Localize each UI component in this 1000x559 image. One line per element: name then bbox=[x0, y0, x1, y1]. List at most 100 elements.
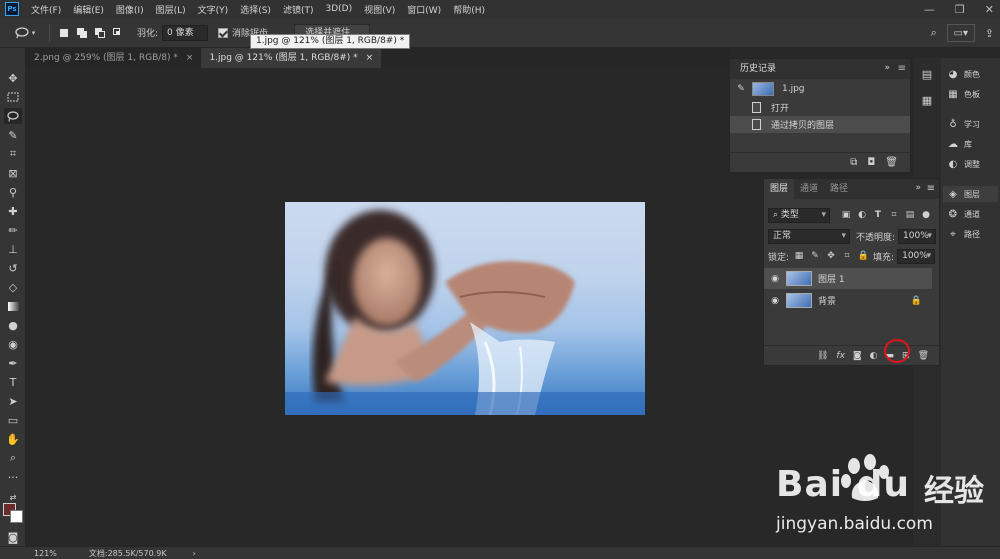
close-icon[interactable]: × bbox=[366, 48, 374, 68]
panel-menu-icon[interactable]: ≡ bbox=[898, 63, 906, 74]
panel-menu-icon[interactable]: ≡ bbox=[927, 183, 935, 194]
move-tool-icon[interactable]: ✥ bbox=[4, 70, 22, 86]
link-layers-icon[interactable]: ⛓ bbox=[817, 351, 828, 361]
history-panel-title[interactable]: 历史记录 bbox=[736, 59, 780, 79]
minimize-button[interactable]: — bbox=[924, 3, 935, 16]
menu-image[interactable]: 图像(I) bbox=[110, 3, 150, 16]
tab-channels[interactable]: 通道 bbox=[794, 179, 824, 199]
panel-adjustments[interactable]: ◐ 调整 bbox=[947, 156, 980, 172]
properties-panel-icon[interactable]: ▦ bbox=[919, 92, 935, 108]
hand-tool-icon[interactable]: ✋ bbox=[4, 431, 22, 447]
filter-toggle-icon[interactable]: ● bbox=[920, 210, 932, 220]
type-filter-icon[interactable]: T bbox=[872, 210, 884, 220]
eyedropper-tool-icon[interactable]: ⚲ bbox=[4, 184, 22, 200]
subtract-selection-button[interactable] bbox=[93, 26, 107, 40]
collapse-icon[interactable]: » bbox=[915, 183, 921, 193]
menu-file[interactable]: 文件(F) bbox=[25, 3, 67, 16]
lasso-tool-icon[interactable] bbox=[4, 108, 22, 124]
add-selection-button[interactable] bbox=[75, 26, 89, 40]
frame-tool-icon[interactable]: ⊠ bbox=[4, 165, 22, 181]
healing-brush-tool-icon[interactable]: ✚ bbox=[4, 203, 22, 219]
smart-object-filter-icon[interactable]: ▤ bbox=[904, 210, 916, 220]
blur-tool-icon[interactable]: ● bbox=[4, 317, 22, 333]
type-tool-icon[interactable]: T bbox=[4, 374, 22, 390]
restore-button[interactable]: ❐ bbox=[955, 3, 965, 16]
camera-icon[interactable]: ◘ bbox=[867, 157, 875, 168]
tool-preset-picker[interactable]: ▾ bbox=[6, 23, 44, 43]
brush-tool-icon[interactable]: ✏ bbox=[4, 222, 22, 238]
history-brush-source-icon[interactable]: ✎ bbox=[730, 84, 752, 94]
layer-style-icon[interactable]: fx bbox=[836, 351, 845, 361]
menu-view[interactable]: 视图(V) bbox=[358, 3, 401, 16]
trash-icon[interactable]: 🗑 bbox=[885, 157, 898, 168]
lock-image-icon[interactable]: ✎ bbox=[809, 251, 821, 261]
menu-window[interactable]: 窗口(W) bbox=[401, 3, 447, 16]
adjustment-filter-icon[interactable]: ◐ bbox=[856, 210, 868, 220]
shape-filter-icon[interactable]: ⌗ bbox=[888, 210, 900, 220]
panel-swatches[interactable]: ▦ 色板 bbox=[947, 86, 980, 102]
trash-icon[interactable]: 🗑 bbox=[918, 351, 929, 361]
quick-mask-icon[interactable]: ◙ bbox=[4, 529, 22, 545]
layer-filter-select[interactable]: ⌕ 类型 ▾ bbox=[768, 207, 830, 223]
panel-channels[interactable]: ❂ 通道 bbox=[947, 206, 980, 222]
zoom-tool-icon[interactable]: ⌕ bbox=[4, 450, 22, 466]
workspace-switcher[interactable]: ▭▾ bbox=[946, 24, 975, 42]
fill-input[interactable]: 100% ▾ bbox=[897, 248, 936, 264]
marquee-tool-icon[interactable] bbox=[4, 89, 22, 105]
menu-layer[interactable]: 图层(L) bbox=[150, 3, 192, 16]
new-selection-button[interactable] bbox=[57, 26, 71, 40]
zoom-level[interactable]: 121% bbox=[34, 549, 57, 558]
panel-layers[interactable]: ◈ 图层 bbox=[943, 186, 998, 202]
menu-filter[interactable]: 滤镜(T) bbox=[277, 3, 320, 16]
lock-artboard-icon[interactable]: ⌗ bbox=[841, 251, 853, 261]
tab-paths[interactable]: 路径 bbox=[824, 179, 854, 199]
pixel-filter-icon[interactable]: ▣ bbox=[840, 210, 852, 220]
path-selection-tool-icon[interactable]: ➤ bbox=[4, 393, 22, 409]
share-icon[interactable]: ⇪ bbox=[985, 27, 994, 40]
history-item-layer-via-copy[interactable]: 通过拷贝的图层 bbox=[730, 116, 910, 133]
menu-edit[interactable]: 编辑(E) bbox=[67, 3, 110, 16]
layer-row-layer1[interactable]: ◉ 图层 1 bbox=[764, 268, 932, 289]
dodge-tool-icon[interactable]: ◉ bbox=[4, 336, 22, 352]
document-canvas-image[interactable] bbox=[285, 202, 645, 415]
eraser-tool-icon[interactable]: ◇ bbox=[4, 279, 22, 295]
panel-libraries[interactable]: ☁ 库 bbox=[947, 136, 972, 152]
pen-tool-icon[interactable]: ✒ bbox=[4, 355, 22, 371]
tab-1jpg[interactable]: 1.jpg @ 121% (图层 1, RGB/8#) * × bbox=[201, 48, 382, 68]
new-document-from-state-icon[interactable]: ⧉ bbox=[850, 157, 857, 168]
blend-mode-select[interactable]: 正常 ▾ bbox=[768, 228, 850, 244]
menu-type[interactable]: 文字(Y) bbox=[192, 3, 235, 16]
menu-help[interactable]: 帮助(H) bbox=[447, 3, 491, 16]
background-color-swatch[interactable] bbox=[10, 510, 23, 523]
search-icon[interactable]: ⌕ bbox=[931, 26, 937, 40]
panel-learn[interactable]: ♁ 学习 bbox=[947, 116, 980, 132]
add-mask-icon[interactable]: ◙ bbox=[853, 351, 862, 361]
history-panel-icon[interactable]: ▤ bbox=[919, 66, 935, 82]
new-adjustment-layer-icon[interactable]: ◐ bbox=[870, 351, 878, 361]
eye-icon[interactable]: ◉ bbox=[764, 274, 786, 284]
quick-selection-tool-icon[interactable]: ✎ bbox=[4, 127, 22, 143]
lock-all-icon[interactable]: 🔒 bbox=[857, 251, 869, 261]
gradient-tool-icon[interactable] bbox=[4, 298, 22, 314]
history-item-open[interactable]: 打开 bbox=[730, 99, 910, 116]
lock-transparent-icon[interactable]: ▦ bbox=[793, 251, 805, 261]
rectangle-tool-icon[interactable]: ▭ bbox=[4, 412, 22, 428]
layer-row-background[interactable]: ◉ 背景 🔒 bbox=[764, 290, 932, 311]
history-brush-tool-icon[interactable]: ↺ bbox=[4, 260, 22, 276]
antialias-checkbox[interactable] bbox=[218, 27, 229, 38]
collapse-icon[interactable]: » bbox=[884, 63, 890, 73]
opacity-input[interactable]: 100% ▾ bbox=[898, 228, 937, 244]
clone-stamp-tool-icon[interactable]: ⊥ bbox=[4, 241, 22, 257]
status-arrow-icon[interactable]: › bbox=[193, 549, 196, 558]
eye-icon[interactable]: ◉ bbox=[764, 296, 786, 306]
menu-3d[interactable]: 3D(D) bbox=[319, 4, 358, 14]
menu-select[interactable]: 选择(S) bbox=[234, 3, 277, 16]
intersect-selection-button[interactable] bbox=[111, 26, 125, 40]
crop-tool-icon[interactable]: ⌗ bbox=[4, 146, 22, 162]
feather-input[interactable]: 0 像素 bbox=[162, 24, 209, 41]
more-tools-icon[interactable]: ··· bbox=[4, 469, 22, 485]
history-snapshot[interactable]: ✎ 1.jpg bbox=[730, 79, 910, 99]
panel-paths[interactable]: ⌖ 路径 bbox=[947, 226, 980, 242]
close-button[interactable]: ✕ bbox=[985, 3, 994, 16]
lock-position-icon[interactable]: ✥ bbox=[825, 251, 837, 261]
